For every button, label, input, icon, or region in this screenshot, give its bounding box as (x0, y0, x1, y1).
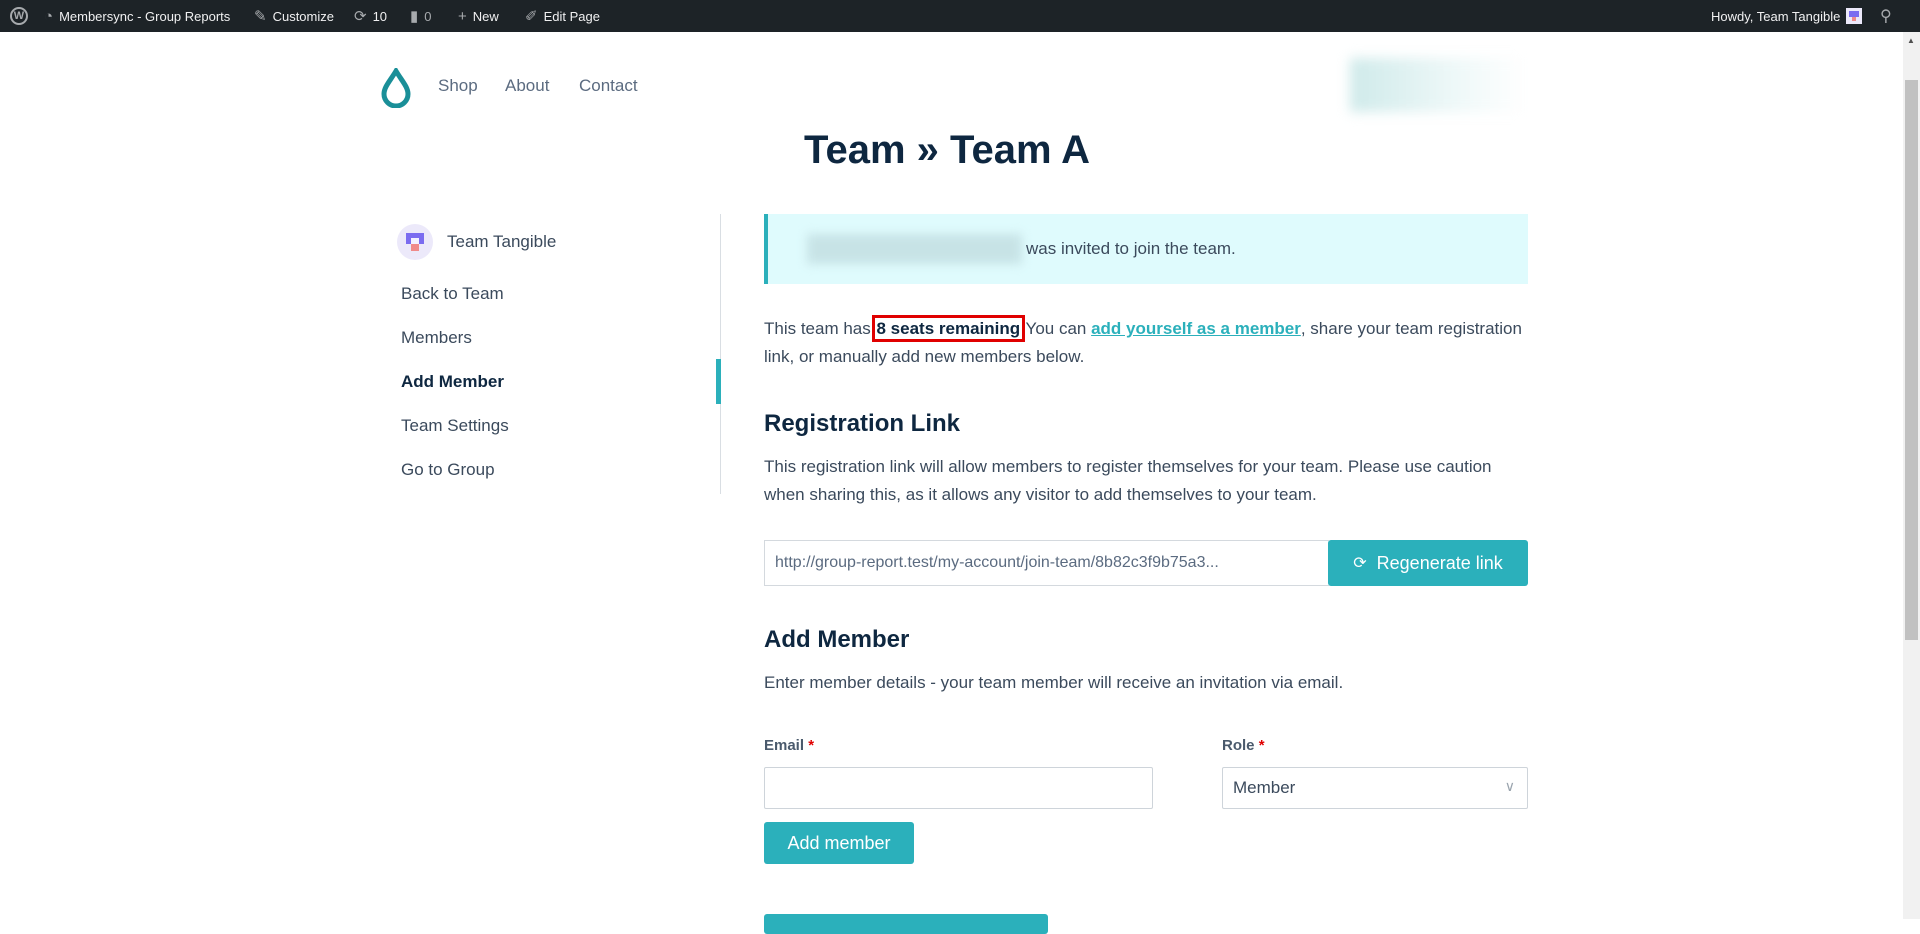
blurred-header-element (1350, 58, 1525, 112)
chevron-down-icon: ∨ (1504, 778, 1515, 794)
blurred-email (807, 234, 1022, 264)
pencil-icon: ✐ (525, 8, 538, 25)
site-name-link[interactable]: ◔ Membersync - Group Reports (44, 0, 230, 32)
email-field[interactable] (764, 767, 1153, 809)
sidebar-item-go-to-group[interactable]: Go to Group (401, 460, 495, 480)
account-menu[interactable]: Howdy, Team Tangible (1711, 0, 1863, 32)
scrollbar-thumb[interactable] (1905, 80, 1918, 640)
seats-remaining: 8 seats remaining (871, 315, 1026, 342)
team-name: Team Tangible (447, 232, 557, 251)
brush-icon: ✎ (254, 8, 267, 25)
wordpress-logo-icon[interactable]: W (10, 0, 28, 32)
comment-icon: ▮ (410, 8, 419, 25)
registration-link-input[interactable] (764, 540, 1329, 586)
add-yourself-link[interactable]: add yourself as a member (1091, 319, 1301, 338)
scrollbar[interactable]: ▲ (1903, 32, 1920, 919)
add-member-button[interactable]: Add member (764, 822, 914, 864)
comments-link[interactable]: ▮ 0 (410, 0, 432, 32)
admin-bar: W ◔ Membersync - Group Reports ✎ Customize… (0, 0, 1920, 32)
new-content-link[interactable]: + New (458, 0, 499, 32)
add-member-description: Enter member details - your team member … (764, 673, 1344, 692)
scroll-up-icon[interactable]: ▲ (1907, 36, 1915, 45)
sidebar-divider (720, 214, 721, 494)
site-logo-icon[interactable] (380, 68, 412, 108)
registration-description: This registration link will allow member… (764, 457, 1492, 504)
updates-icon: ⟳ (354, 8, 367, 25)
refresh-icon: ⟳ (1353, 555, 1367, 572)
avatar (1846, 8, 1863, 24)
role-select[interactable]: Member ∨ (1222, 767, 1528, 809)
seats-intro: This team has 8 seats remaining You can … (764, 315, 1522, 366)
dashboard-icon: ◔ (44, 7, 54, 25)
add-member-heading: Add Member (764, 626, 910, 653)
registration-heading: Registration Link (764, 410, 961, 437)
active-indicator (716, 359, 721, 404)
customize-link[interactable]: ✎ Customize (254, 0, 334, 32)
secondary-button-clipped[interactable] (764, 914, 1048, 934)
sidebar-item-back-to-team[interactable]: Back to Team (401, 284, 504, 304)
nav-contact[interactable]: Contact (579, 76, 638, 96)
edit-page-link[interactable]: ✐ Edit Page (525, 0, 600, 32)
updates-link[interactable]: ⟳ 10 (354, 0, 387, 32)
plus-icon: + (458, 7, 467, 25)
search-icon[interactable]: ⚲ (1880, 0, 1892, 32)
sidebar-item-team-settings[interactable]: Team Settings (401, 416, 509, 436)
team-avatar (397, 224, 433, 260)
regenerate-link-button[interactable]: ⟳ Regenerate link (1328, 540, 1528, 586)
role-label: Role * (1222, 737, 1265, 754)
email-label: Email * (764, 737, 815, 754)
sidebar-item-add-member[interactable]: Add Member (401, 372, 504, 392)
page-title: Team » Team A (804, 128, 1091, 172)
nav-shop[interactable]: Shop (438, 76, 478, 96)
invite-notice: was invited to join the team. (764, 214, 1528, 284)
sidebar-item-members[interactable]: Members (401, 328, 472, 348)
nav-about[interactable]: About (505, 76, 549, 96)
